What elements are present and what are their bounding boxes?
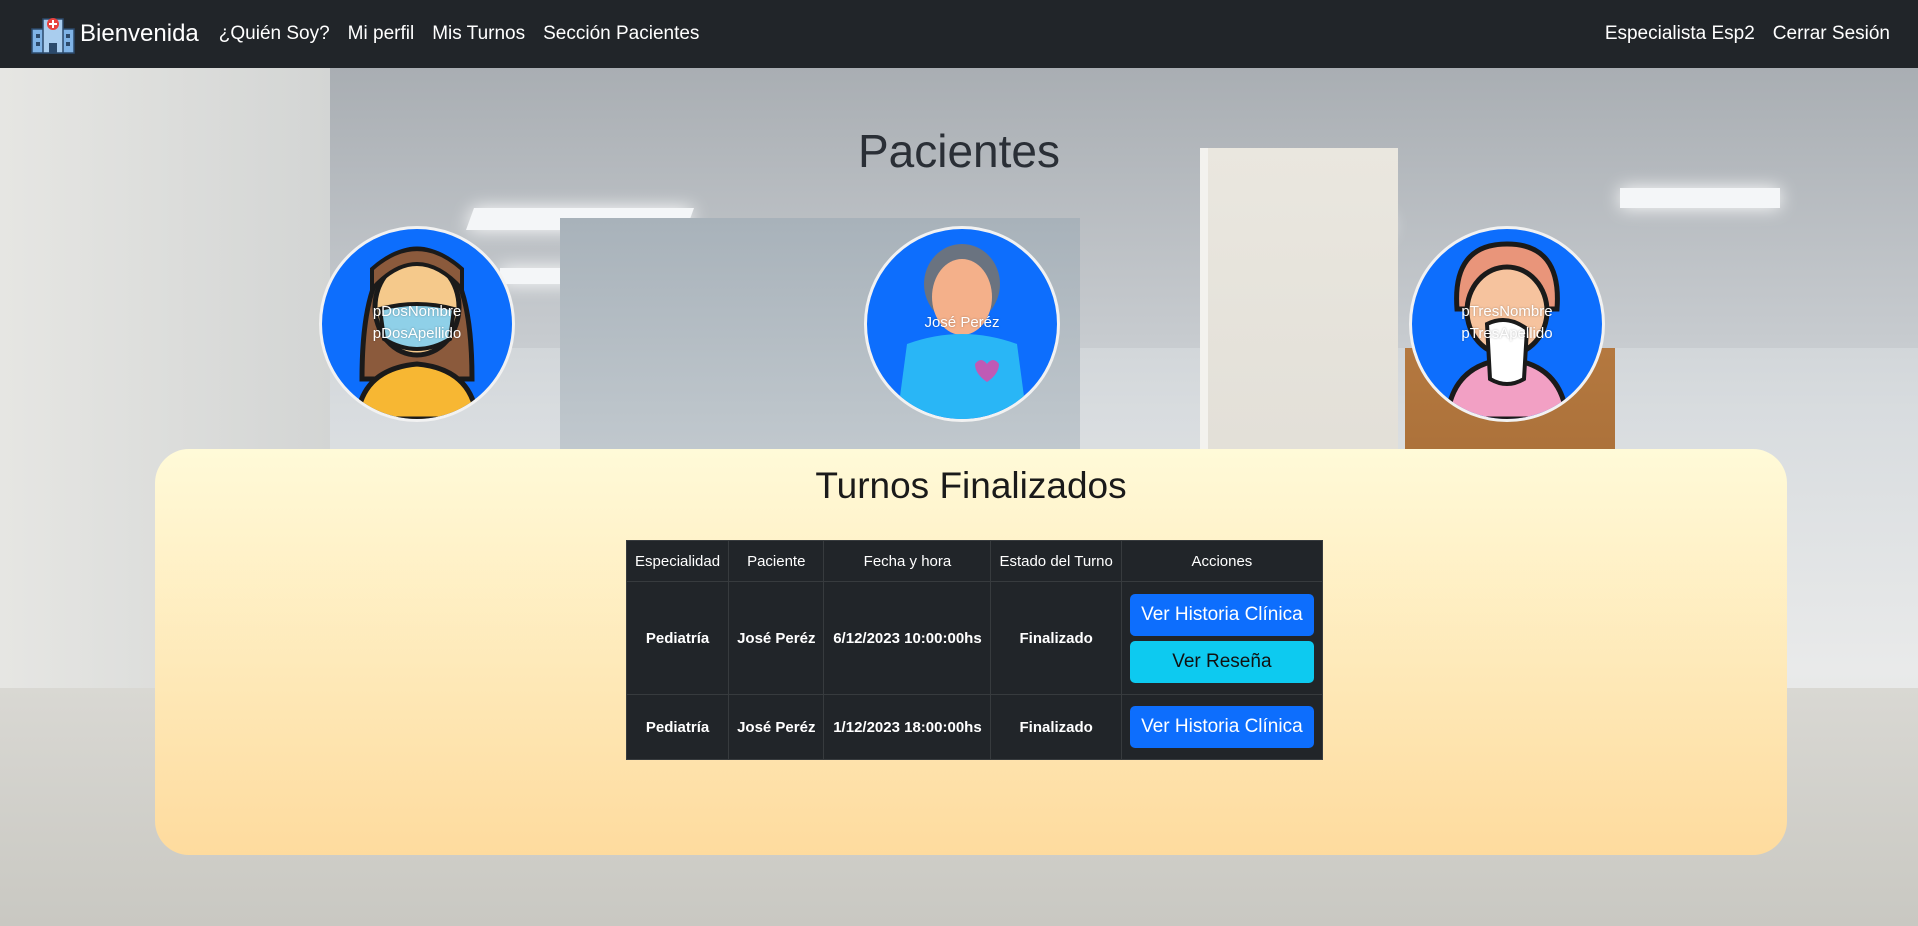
col-fecha: Fecha y hora (823, 540, 992, 582)
patient-first-name: pTresNombre (1461, 303, 1553, 320)
nav-logout[interactable]: Cerrar Sesión (1773, 23, 1890, 45)
patient-card-pdos[interactable]: pDosNombre pDosApellido (319, 226, 515, 422)
table-header-row: Especialidad Paciente Fecha y hora Estad… (625, 540, 1323, 582)
cell-acciones: Ver Historia Clínica (1120, 694, 1323, 760)
cell-fecha: 6/12/2023 10:00:00hs (823, 581, 992, 695)
nav-mis-turnos[interactable]: Mis Turnos (432, 23, 525, 45)
finished-appointments-panel: Turnos Finalizados Especialidad Paciente… (155, 449, 1787, 855)
patient-card-ptres[interactable]: pTresNombre pTresApellido (1409, 226, 1605, 422)
ver-historia-clinica-button[interactable]: Ver Historia Clínica (1129, 593, 1314, 636)
table-row: Pediatría José Peréz 6/12/2023 10:00:00h… (625, 581, 1323, 695)
cell-estado: Finalizado (990, 694, 1122, 760)
nav-mi-perfil[interactable]: Mi perfil (348, 23, 415, 45)
cell-estado: Finalizado (990, 581, 1122, 695)
brand[interactable]: Bienvenida (28, 13, 199, 55)
cell-fecha: 1/12/2023 18:00:00hs (823, 694, 992, 760)
patient-card-jose[interactable]: José Peréz (864, 226, 1060, 422)
ver-historia-clinica-button[interactable]: Ver Historia Clínica (1129, 706, 1314, 748)
nav-user[interactable]: Especialista Esp2 (1605, 23, 1755, 45)
ver-resena-button[interactable]: Ver Reseña (1129, 640, 1314, 683)
patient-last-name: pTresApellido (1461, 325, 1553, 342)
table-row: Pediatría José Peréz 1/12/2023 18:00:00h… (625, 694, 1323, 760)
col-estado: Estado del Turno (990, 540, 1122, 582)
cell-especialidad: Pediatría (625, 694, 730, 760)
cell-paciente: José Peréz (728, 581, 825, 695)
appointments-table: Especialidad Paciente Fecha y hora Estad… (625, 540, 1323, 760)
top-navbar: Bienvenida ¿Quién Soy? Mi perfil Mis Tur… (0, 0, 1918, 68)
patient-first-name: pDosNombre (372, 303, 462, 320)
nav-seccion-pacientes[interactable]: Sección Pacientes (543, 23, 699, 45)
nav-quien-soy[interactable]: ¿Quién Soy? (219, 23, 330, 45)
cell-especialidad: Pediatría (625, 581, 730, 695)
col-especialidad: Especialidad (625, 540, 730, 582)
col-paciente: Paciente (728, 540, 825, 582)
hospital-icon (31, 18, 75, 54)
cell-acciones: Ver Historia Clínica Ver Reseña (1120, 581, 1323, 695)
col-acciones: Acciones (1120, 540, 1323, 582)
patient-full-name: José Peréz (924, 314, 1000, 331)
page-title: Pacientes (857, 125, 1060, 177)
brand-label: Bienvenida (80, 20, 199, 47)
panel-title: Turnos Finalizados (815, 465, 1127, 506)
cell-paciente: José Peréz (728, 694, 825, 760)
patient-last-name: pDosApellido (372, 325, 462, 342)
